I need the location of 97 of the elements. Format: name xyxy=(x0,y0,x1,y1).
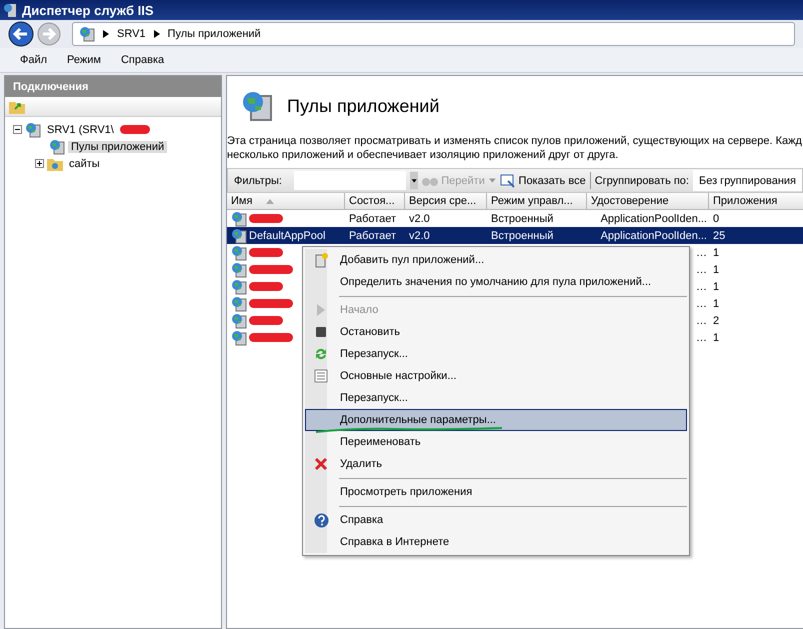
table-cell: … xyxy=(696,332,707,344)
menu-option[interactable]: Добавить пул приложений... xyxy=(305,249,687,271)
menu-option[interactable]: Дополнительные параметры... xyxy=(305,409,687,431)
table-cell: … xyxy=(696,298,707,310)
filter-field[interactable] xyxy=(294,171,406,190)
table-cell: … xyxy=(696,314,707,326)
tree-item[interactable]: Пулы приложений xyxy=(68,140,168,152)
server-icon xyxy=(79,26,95,42)
dropdown-icon[interactable] xyxy=(410,170,418,191)
table-cell: 1 xyxy=(713,264,720,276)
redaction-mark xyxy=(120,125,150,134)
table-cell: 0 xyxy=(713,212,720,224)
column-header[interactable]: Имя xyxy=(227,193,345,210)
menu-option[interactable]: Просмотреть приложения xyxy=(305,481,687,503)
expander-icon[interactable] xyxy=(35,159,44,168)
breadcrumb-arrow-icon xyxy=(154,30,160,38)
table-cell: 2 xyxy=(713,314,720,326)
table-cell: ApplicationPoolIden... xyxy=(600,230,707,242)
group-dropdown[interactable]: Без группирования xyxy=(692,170,802,191)
description: несколько приложений и обеспечивает изоляцию приложений друг от друга. xyxy=(227,148,620,162)
table-cell: v2.0 xyxy=(409,212,430,224)
redaction-mark xyxy=(249,214,283,223)
column-header[interactable]: Состоя... xyxy=(345,193,405,210)
table-cell: Встроенный xyxy=(491,212,554,224)
table-cell: 1 xyxy=(713,280,720,292)
redaction-mark xyxy=(249,333,293,342)
breadcrumb[interactable]: SRV1 xyxy=(117,28,146,40)
app-pool-icon xyxy=(231,262,247,278)
redaction-mark xyxy=(249,282,283,291)
app-icon xyxy=(2,2,18,18)
menu-option[interactable]: Остановить xyxy=(305,321,687,343)
redaction-mark xyxy=(249,299,293,308)
breadcrumb-arrow-icon xyxy=(103,30,109,38)
table-row[interactable]: DefaultAppPool Работает v2.0 Встроенный ApplicationPoolIden... 25 xyxy=(227,227,803,244)
play-icon xyxy=(316,304,326,316)
menu-item[interactable]: Справка xyxy=(110,54,174,66)
app-pool-icon xyxy=(231,278,247,294)
window-title: Диспетчер служб IIS xyxy=(22,2,154,18)
table-cell: 1 xyxy=(713,298,720,310)
show-all-button[interactable]: Показать все xyxy=(500,174,586,188)
redaction-mark xyxy=(249,265,293,274)
filter-label: Фильтры: xyxy=(234,174,282,186)
menu-option[interactable]: Перезапуск... xyxy=(305,343,687,365)
app-pool-icon xyxy=(49,138,65,154)
panel-title: Подключения xyxy=(13,80,88,92)
breadcrumb[interactable]: Пулы приложений xyxy=(168,28,261,40)
app-pool-icon xyxy=(231,312,247,328)
menu-option[interactable]: Основные настройки... xyxy=(305,365,687,387)
menu-option[interactable]: Справка xyxy=(305,509,687,531)
settings-sheet-icon xyxy=(314,369,328,383)
column-header[interactable]: Приложения xyxy=(709,193,803,210)
app-pools-icon xyxy=(241,90,273,122)
tree-item[interactable]: SRV1 (SRV1\ xyxy=(44,124,117,136)
table-cell: 1 xyxy=(713,332,720,344)
redaction-mark xyxy=(249,316,283,325)
menu-item[interactable]: Файл xyxy=(10,54,58,66)
server-icon xyxy=(25,122,41,138)
connect-icon[interactable] xyxy=(9,100,25,114)
app-pool-icon xyxy=(231,244,247,260)
back-button[interactable] xyxy=(8,21,34,47)
menu-option[interactable]: Перезапуск... xyxy=(305,387,687,409)
table-cell: ApplicationPoolIden... xyxy=(600,212,707,224)
refresh-icon xyxy=(314,347,328,361)
table-cell: 1 xyxy=(713,246,720,258)
menu-option[interactable]: Справка в Интернете xyxy=(305,531,687,553)
redaction-mark xyxy=(249,248,283,257)
page-title: Пулы приложений xyxy=(287,96,440,116)
table-cell: Работает xyxy=(349,230,396,242)
table-cell: … xyxy=(696,246,707,258)
app-pool-icon xyxy=(231,228,247,244)
delete-icon xyxy=(314,457,328,471)
table-cell: Встроенный xyxy=(491,230,554,242)
show-all-icon xyxy=(500,174,516,188)
app-pool-icon xyxy=(231,330,247,346)
column-header[interactable]: Версия сре... xyxy=(405,193,487,210)
help-icon xyxy=(314,512,328,528)
table-cell: 25 xyxy=(713,230,726,242)
table-cell: … xyxy=(696,280,707,292)
app-pool-icon xyxy=(231,210,247,226)
app-pool-icon xyxy=(231,296,247,312)
column-header[interactable]: Режим управл... xyxy=(487,193,587,210)
tree-item[interactable]: сайты xyxy=(66,158,103,170)
expander-icon[interactable] xyxy=(13,125,22,134)
menu-option[interactable]: Переименовать xyxy=(305,431,687,453)
column-header[interactable]: Удостоверение xyxy=(587,193,709,210)
group-label: Сгруппировать по: xyxy=(594,174,689,186)
table-cell: v2.0 xyxy=(409,230,430,242)
menu-option[interactable]: Определить значения по умолчанию для пула приложений... xyxy=(305,271,687,293)
stop-icon xyxy=(316,327,326,337)
table-cell: Работает xyxy=(349,212,396,224)
menu-item[interactable]: Режим xyxy=(57,54,111,66)
table-cell: DefaultAppPool xyxy=(249,230,326,242)
description: Эта страница позволяет просматривать и изменять список пулов приложений, существующих на сервере. Кажд xyxy=(227,134,803,148)
menu-option[interactable]: Удалить xyxy=(305,453,687,475)
table-cell: … xyxy=(696,264,707,276)
address-bar[interactable]: SRV1 Пулы приложений xyxy=(72,22,795,46)
folder-icon xyxy=(47,156,63,170)
